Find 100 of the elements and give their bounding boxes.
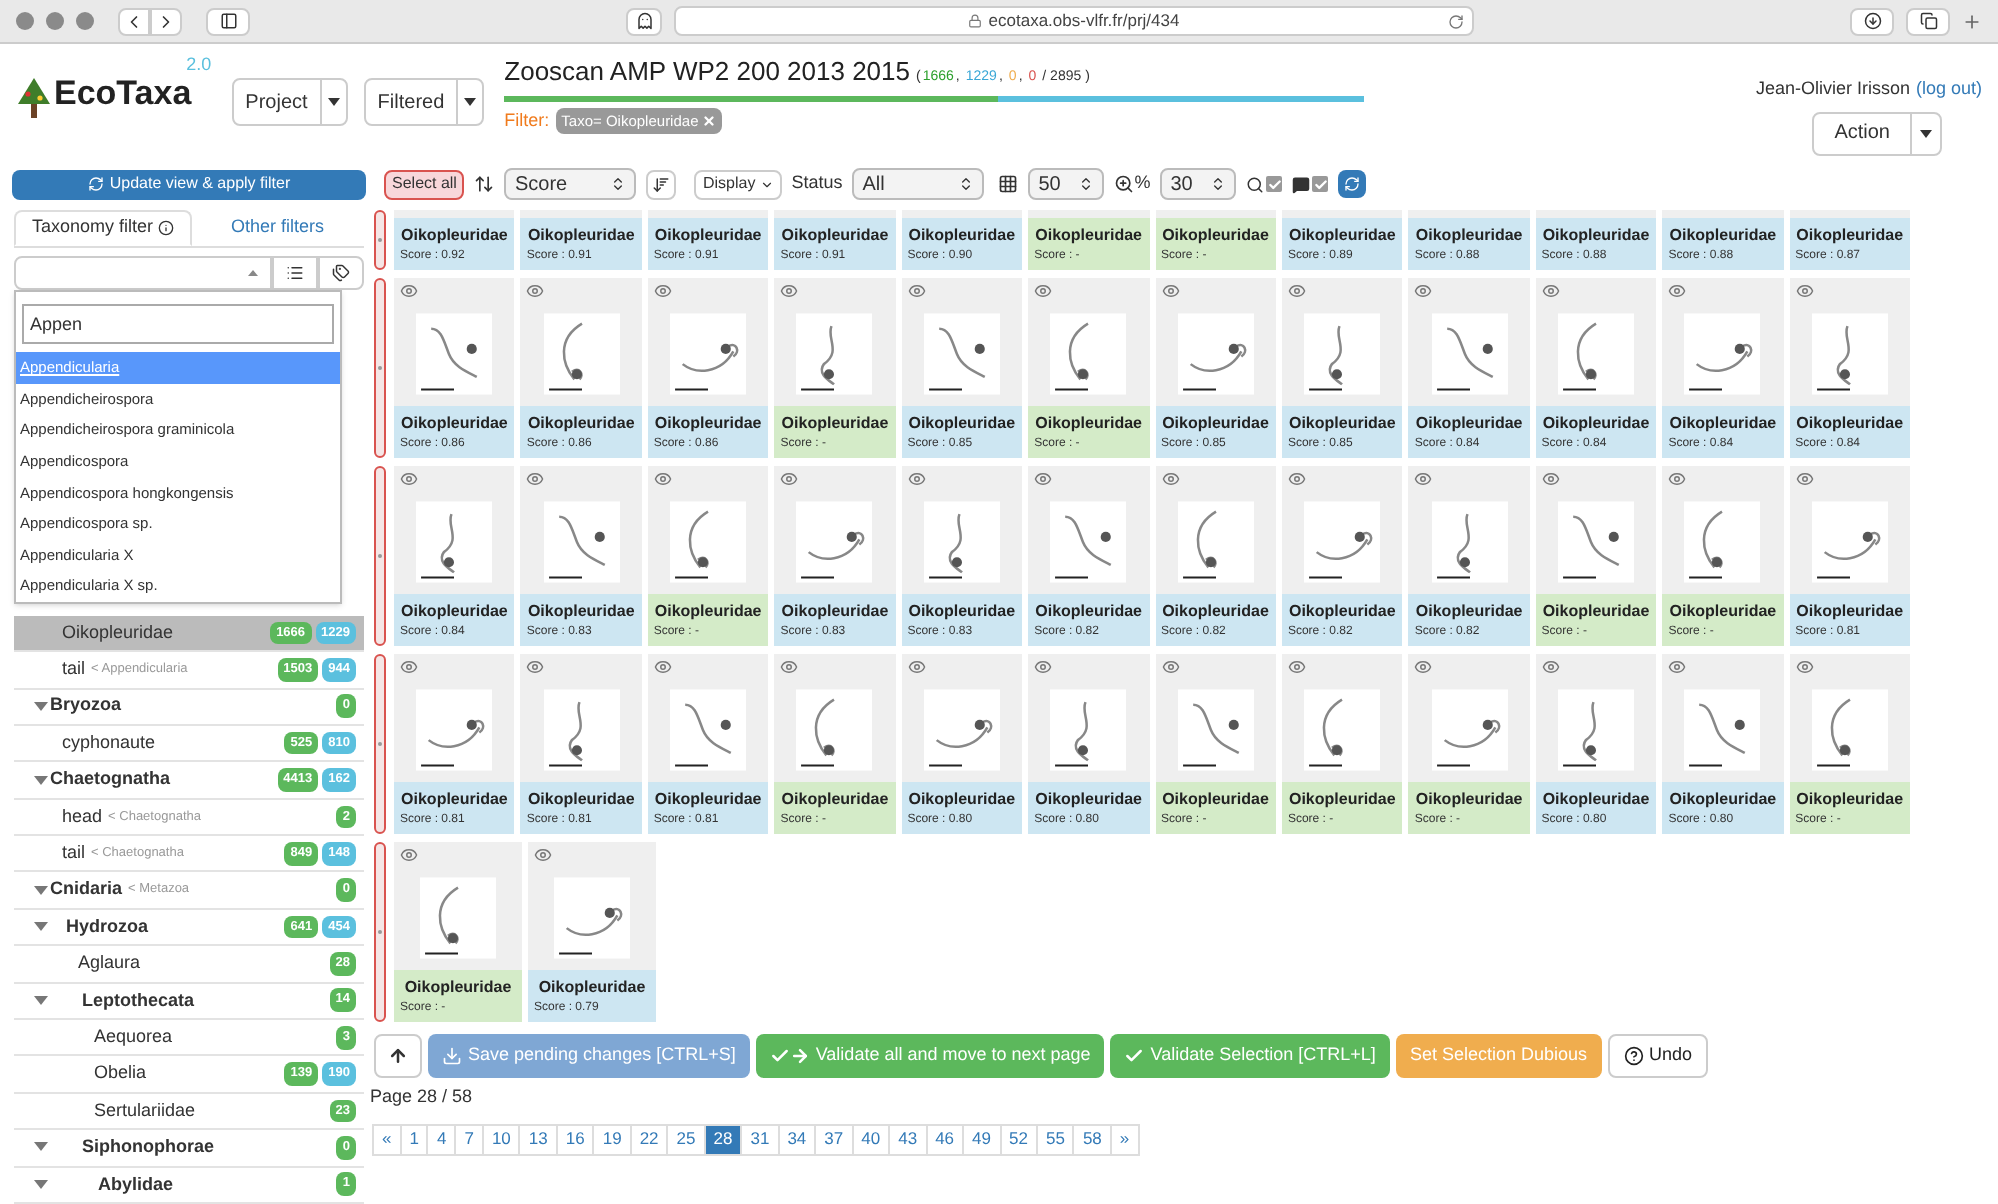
taxon-name[interactable]: head <box>62 803 103 831</box>
taxon-name[interactable]: Oikopleuridae <box>62 619 174 647</box>
checkbox[interactable] <box>1266 176 1283 192</box>
action-dropdown[interactable]: Action <box>1812 111 1942 155</box>
taxon-name[interactable]: Sertulariidae <box>94 1097 196 1125</box>
page-link[interactable]: 52 <box>999 1123 1038 1155</box>
eye-icon[interactable] <box>1668 658 1687 676</box>
eye-icon[interactable] <box>1287 470 1306 488</box>
row-select-handle[interactable] <box>374 654 386 834</box>
page-link[interactable]: 34 <box>777 1123 817 1155</box>
taxon-name[interactable]: Aequorea <box>94 1023 173 1051</box>
page-link[interactable]: 10 <box>481 1123 521 1155</box>
ghost-button[interactable] <box>626 7 662 35</box>
page-link[interactable]: 19 <box>592 1123 632 1155</box>
search-field[interactable]: Appen <box>22 304 334 344</box>
taxon-name[interactable]: Abylidae <box>98 1171 174 1199</box>
caret-icon[interactable] <box>34 922 48 933</box>
taxon-name[interactable]: tail <box>62 840 86 868</box>
logout-link[interactable]: (log out) <box>1915 76 1982 103</box>
eye-icon[interactable] <box>400 846 418 864</box>
taxon-name[interactable]: Chaetognatha <box>50 766 171 794</box>
sort-order-button[interactable] <box>646 169 677 199</box>
page-link[interactable]: 4 <box>426 1123 457 1155</box>
page-link[interactable]: 13 <box>518 1123 558 1155</box>
eye-icon[interactable] <box>1414 658 1433 676</box>
caret-icon[interactable] <box>34 885 48 896</box>
eye-icon[interactable] <box>1795 470 1814 488</box>
page-link[interactable]: 28 <box>703 1123 743 1155</box>
eye-icon[interactable] <box>1668 470 1687 488</box>
filter-tab[interactable]: Taxonomy filter <box>14 210 191 245</box>
eye-icon[interactable] <box>653 658 672 676</box>
taxon-name[interactable]: Aglaura <box>78 950 141 978</box>
update-view-button[interactable]: Update view & apply filter <box>12 169 366 199</box>
taxon-name[interactable]: tail <box>62 656 86 684</box>
eye-icon[interactable] <box>907 282 926 300</box>
page-link[interactable]: « <box>372 1123 402 1155</box>
taxon-name[interactable]: cyphonaute <box>62 729 156 757</box>
eye-icon[interactable] <box>534 846 552 864</box>
page-link[interactable]: 58 <box>1072 1123 1112 1155</box>
eye-icon[interactable] <box>1795 658 1814 676</box>
checkbox[interactable] <box>1312 176 1329 192</box>
eye-icon[interactable] <box>400 470 418 488</box>
row-select-handle[interactable] <box>374 466 386 646</box>
menu-dropdown[interactable]: Filtered <box>363 78 485 126</box>
list-button[interactable] <box>272 255 318 290</box>
eye-icon[interactable] <box>1034 470 1053 488</box>
filter-tab[interactable]: Other filters <box>191 210 364 245</box>
page-link[interactable]: 55 <box>1035 1123 1075 1155</box>
eye-icon[interactable] <box>780 282 799 300</box>
taxon-name[interactable]: Obelia <box>94 1060 147 1088</box>
page-link[interactable]: 46 <box>925 1123 965 1155</box>
eye-icon[interactable] <box>526 658 545 676</box>
page-link[interactable]: 31 <box>740 1123 780 1155</box>
reload-icon[interactable] <box>1448 13 1464 29</box>
eye-icon[interactable] <box>1414 282 1433 300</box>
eye-icon[interactable] <box>1034 282 1053 300</box>
remove-icon[interactable] <box>702 113 717 128</box>
eye-icon[interactable] <box>1668 282 1687 300</box>
eye-icon[interactable] <box>526 282 545 300</box>
taxon-name[interactable]: Hydrozoa <box>66 913 149 941</box>
row-select-handle[interactable] <box>374 842 386 1022</box>
caret-icon[interactable] <box>34 775 48 785</box>
page-link[interactable]: 7 <box>454 1123 484 1155</box>
eye-icon[interactable] <box>1541 470 1560 488</box>
forward-button[interactable] <box>150 7 182 35</box>
menu-dropdown[interactable]: Project <box>231 78 348 126</box>
eye-icon[interactable] <box>780 658 799 676</box>
scroll-top-button[interactable] <box>374 1034 422 1078</box>
page-link[interactable]: » <box>1109 1123 1140 1155</box>
eye-icon[interactable] <box>653 282 672 300</box>
eye-icon[interactable] <box>780 470 799 488</box>
row-select-handle[interactable] <box>374 278 386 458</box>
caret-icon[interactable] <box>34 1179 48 1190</box>
taxon-name[interactable]: Siphonophorae <box>82 1134 214 1162</box>
eye-icon[interactable] <box>1161 282 1180 300</box>
eye-icon[interactable] <box>907 658 926 676</box>
row-select-handle[interactable] <box>374 210 386 270</box>
select-field[interactable]: 30 <box>1160 168 1237 200</box>
eye-icon[interactable] <box>1034 658 1053 676</box>
select-field[interactable]: 50 <box>1028 168 1105 200</box>
page-link[interactable]: 43 <box>888 1123 928 1155</box>
eye-icon[interactable] <box>400 282 418 300</box>
eye-icon[interactable] <box>1541 658 1560 676</box>
eye-icon[interactable] <box>1541 282 1560 300</box>
eye-icon[interactable] <box>1287 658 1306 676</box>
page-link[interactable]: 22 <box>629 1123 669 1155</box>
caret-icon[interactable] <box>34 1142 48 1153</box>
new-tab-icon[interactable] <box>1962 11 1982 31</box>
eye-icon[interactable] <box>653 470 672 488</box>
eye-icon[interactable] <box>526 470 545 488</box>
page-link[interactable]: 49 <box>962 1123 1001 1155</box>
page-link[interactable]: 40 <box>851 1123 891 1155</box>
select-field[interactable]: Score <box>504 168 637 200</box>
taxon-name[interactable]: Cnidaria <box>50 876 123 904</box>
select-all-button[interactable]: Select all <box>384 169 465 199</box>
undo-button[interactable]: Undo <box>1607 1034 1709 1078</box>
address-bar[interactable]: ecotaxa.obs-vlfr.fr/prj/434 <box>674 6 1474 36</box>
eye-icon[interactable] <box>1161 658 1180 676</box>
back-button[interactable] <box>118 7 150 35</box>
sort-icon[interactable] <box>474 174 495 194</box>
